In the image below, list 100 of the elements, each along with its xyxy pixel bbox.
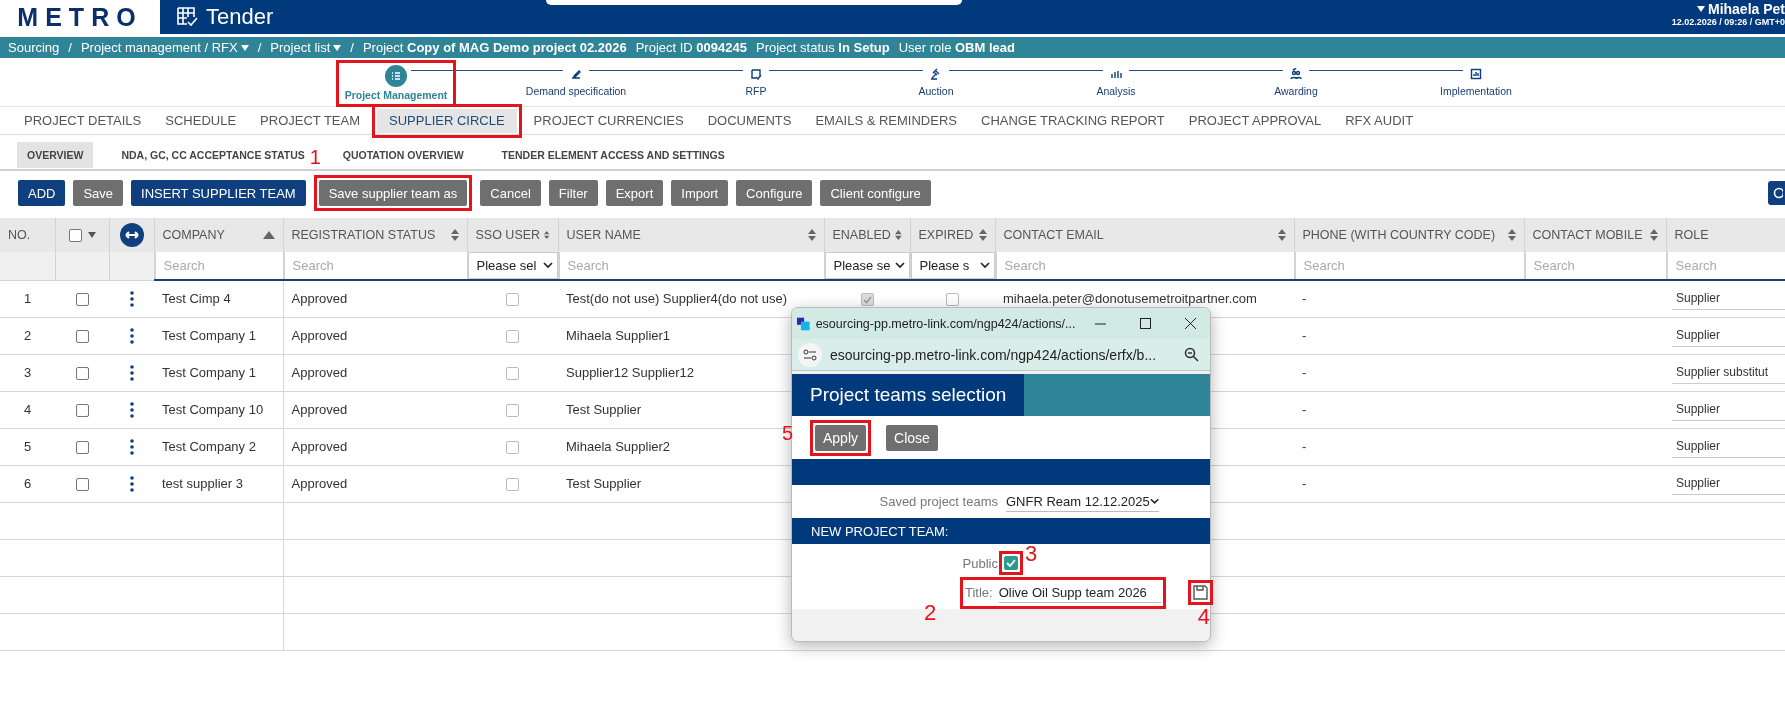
table-cell: - — [1302, 328, 1307, 343]
process-step[interactable]: Auction — [909, 60, 963, 103]
select-all-checkbox[interactable] — [68, 228, 82, 242]
expand-horizontal-icon[interactable] — [119, 223, 144, 247]
project-info: User role OBM lead — [898, 40, 1015, 55]
tab[interactable]: SCHEDULE — [153, 108, 249, 133]
row-checkbox[interactable] — [75, 478, 89, 492]
toolbar-button[interactable]: INSERT SUPPLIER TEAM — [131, 180, 306, 206]
dialog-button[interactable]: Close — [886, 424, 938, 451]
tab[interactable]: PROJECT TEAM — [248, 108, 372, 133]
search-icon[interactable] — [1184, 346, 1200, 363]
more-vertical-icon[interactable] — [129, 401, 134, 418]
title-input[interactable]: Olive Oil Supp team 2026 — [998, 582, 1161, 603]
column-header[interactable]: NO. — [8, 228, 31, 242]
tab[interactable]: PROJECT APPROVAL — [1176, 108, 1334, 133]
caret-icon — [240, 44, 249, 51]
role-select[interactable]: Supplier — [1672, 287, 1785, 310]
sort-icon[interactable] — [544, 229, 550, 241]
toolbar-button[interactable]: Client configure — [820, 180, 931, 206]
sort-icon[interactable] — [1507, 229, 1516, 241]
section-heading: NEW PROJECT TEAM: — [792, 518, 1210, 544]
toolbar-button[interactable]: Save — [73, 180, 124, 206]
column-header[interactable]: USER NAME — [566, 228, 641, 242]
sort-up-icon[interactable] — [262, 231, 275, 239]
row-checkbox[interactable] — [75, 330, 89, 344]
table-cell: Approved — [291, 291, 348, 307]
sso-checkbox[interactable] — [506, 330, 519, 344]
toolbar-button[interactable]: Export — [605, 180, 664, 206]
process-step[interactable]: RFP — [734, 60, 778, 103]
more-vertical-icon[interactable] — [129, 475, 134, 492]
sso-checkbox[interactable] — [506, 441, 519, 455]
sub-tab[interactable]: OVERVIEW — [17, 142, 94, 168]
expired-checkbox[interactable] — [946, 293, 959, 307]
more-vertical-icon[interactable] — [129, 438, 134, 455]
tab[interactable]: EMAILS & REMINDERS — [803, 108, 969, 133]
site-favicon — [797, 315, 810, 332]
table-cell: - — [1302, 365, 1307, 380]
role-select[interactable]: Supplier — [1672, 324, 1785, 347]
row-checkbox[interactable] — [75, 404, 89, 418]
dialog-button[interactable]: Apply — [815, 424, 867, 451]
tab[interactable]: RFX AUDIT — [1333, 108, 1426, 133]
toolbar-button[interactable]: Filter — [548, 180, 598, 206]
tab[interactable]: DOCUMENTS — [695, 108, 804, 133]
enabled-checkbox[interactable] — [860, 293, 874, 307]
role-select[interactable]: Supplier — [1672, 435, 1785, 458]
toolbar-button[interactable]: Cancel — [480, 180, 541, 206]
chevron-down-icon — [1149, 497, 1159, 505]
user-menu[interactable]: Mihaela Pet — [1696, 1, 1785, 17]
callout-number: 5 — [782, 422, 794, 443]
sub-tab[interactable]: QUOTATION OVERVIEW — [332, 142, 474, 168]
process-step[interactable]: Project Management — [335, 60, 457, 107]
sort-icon[interactable] — [1649, 229, 1658, 241]
column-header[interactable]: CONTACT EMAIL — [1003, 228, 1104, 242]
site-settings-icon[interactable] — [798, 342, 822, 367]
role-select[interactable]: Supplier — [1672, 398, 1785, 421]
filter-select[interactable]: Please s — [910, 252, 995, 279]
sort-icon[interactable] — [1277, 229, 1286, 241]
sso-checkbox[interactable] — [506, 404, 519, 418]
filter-select[interactable]: Please sel — [467, 252, 558, 279]
toolbar-button[interactable]: ADD — [18, 180, 66, 206]
side-panel-button[interactable] — [1768, 181, 1785, 205]
more-vertical-icon[interactable] — [129, 327, 134, 344]
sort-icon[interactable] — [450, 229, 459, 241]
more-vertical-icon[interactable] — [129, 290, 134, 307]
saved-teams-select[interactable]: GNFR Ream 12.12.2025 — [1006, 491, 1159, 512]
row-checkbox[interactable] — [75, 293, 89, 307]
role-select[interactable]: Supplier substitut — [1672, 361, 1785, 384]
filter-select[interactable]: Please se — [824, 252, 910, 279]
tab[interactable]: CHANGE TRACKING REPORT — [969, 108, 1177, 133]
tab[interactable]: PROJECT DETAILS — [12, 108, 154, 133]
sso-checkbox[interactable] — [506, 478, 519, 492]
toolbar-button[interactable]: Save supplier team as — [318, 180, 468, 206]
process-step[interactable]: Demand specification — [516, 60, 636, 103]
more-vertical-icon[interactable] — [129, 364, 134, 381]
process-step[interactable]: Awarding — [1265, 60, 1327, 103]
table-cell: Test Company 10 — [162, 402, 264, 417]
column-header[interactable]: ROLE — [1674, 228, 1709, 242]
chevron-down-icon — [894, 262, 905, 269]
breadcrumb-link[interactable]: Project management / RFX — [80, 40, 249, 55]
save-icon[interactable] — [1192, 585, 1208, 600]
table-cell: Test(do not use) Supplier4(do not use) — [566, 291, 788, 307]
toolbar-button[interactable]: Configure — [736, 180, 813, 206]
tab[interactable]: SUPPLIER CIRCLE — [377, 108, 517, 133]
sub-tab[interactable]: TENDER ELEMENT ACCESS AND SETTINGS — [491, 142, 735, 168]
row-number: 3 — [23, 365, 32, 380]
public-checkbox[interactable] — [1004, 556, 1018, 570]
sort-icon[interactable] — [894, 229, 902, 241]
row-checkbox[interactable] — [75, 367, 89, 381]
breadcrumb-link[interactable]: Sourcing — [8, 40, 60, 55]
sort-icon[interactable] — [978, 229, 987, 241]
sort-icon[interactable] — [807, 229, 816, 241]
sso-checkbox[interactable] — [506, 367, 519, 381]
breadcrumb-link[interactable]: Project list — [270, 40, 342, 55]
row-checkbox[interactable] — [75, 441, 89, 455]
process-step[interactable]: Implementation — [1431, 60, 1521, 103]
tab[interactable]: PROJECT CURRENCIES — [521, 108, 696, 133]
role-select[interactable]: Supplier — [1672, 472, 1785, 495]
sso-checkbox[interactable] — [506, 293, 519, 307]
toolbar-button[interactable]: Import — [671, 180, 729, 206]
process-step[interactable]: Analysis — [1087, 60, 1145, 103]
